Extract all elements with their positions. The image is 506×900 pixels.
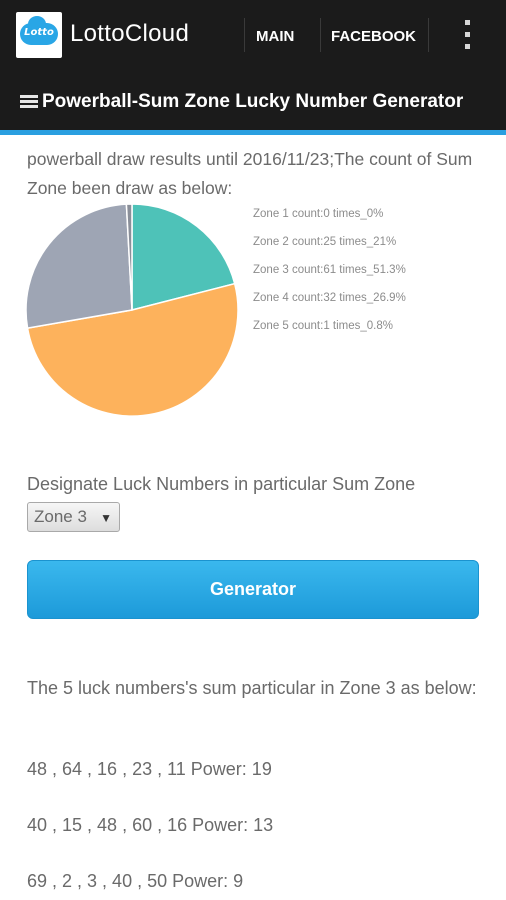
- stats-intro: powerball draw results until 2016/11/23;…: [27, 149, 473, 198]
- legend-item-zone-3: Zone 3 count:61 times_51.3%: [253, 264, 406, 276]
- legend-item-zone-5: Zone 5 count:1 times_0.8%: [253, 320, 393, 332]
- result-row: 69 , 2 , 3 , 40 , 50 Power: 9: [27, 871, 244, 891]
- nav-main-link[interactable]: MAIN: [256, 28, 294, 45]
- page-title: Powerball-Sum Zone Lucky Number Generato…: [42, 91, 464, 112]
- designate-label: Designate Luck Numbers in particular Sum…: [27, 474, 416, 494]
- zone-select[interactable]: Zone 3 ▼: [27, 502, 120, 532]
- nav-facebook-link[interactable]: FACEBOOK: [331, 28, 416, 45]
- nav-divider: [428, 18, 429, 52]
- zone-select-value: Zone 3: [34, 507, 87, 526]
- nav-divider: [320, 18, 321, 52]
- pie-legend: Zone 1 count:0 times_0% Zone 2 count:25 t…: [253, 206, 406, 346]
- dropdown-arrow-icon: ▼: [100, 511, 112, 525]
- generator-button[interactable]: Generator: [27, 560, 479, 619]
- sum-zone-pie-chart: [25, 203, 239, 417]
- logo-text: Lotto: [24, 27, 54, 38]
- legend-item-zone-4: Zone 4 count:32 times_26.9%: [253, 292, 406, 304]
- legend-item-zone-1: Zone 1 count:0 times_0%: [253, 208, 384, 220]
- app-bar: Lotto LottoCloud MAIN FACEBOOK: [0, 0, 506, 72]
- result-row: 40 , 15 , 48 , 60 , 16 Power: 13: [27, 815, 274, 835]
- legend-item-zone-2: Zone 2 count:25 times_21%: [253, 236, 397, 248]
- result-row: 48 , 64 , 16 , 23 , 11 Power: 19: [27, 759, 272, 779]
- results-intro: The 5 luck numbers's sum particular in Z…: [27, 678, 477, 698]
- pie-slice-zone-4: [25, 203, 133, 329]
- app-logo[interactable]: Lotto: [16, 12, 62, 58]
- hamburger-menu-icon[interactable]: [20, 95, 38, 109]
- nav-divider: [244, 18, 245, 52]
- overflow-menu-icon[interactable]: [460, 20, 474, 54]
- app-title: LottoCloud: [70, 20, 190, 47]
